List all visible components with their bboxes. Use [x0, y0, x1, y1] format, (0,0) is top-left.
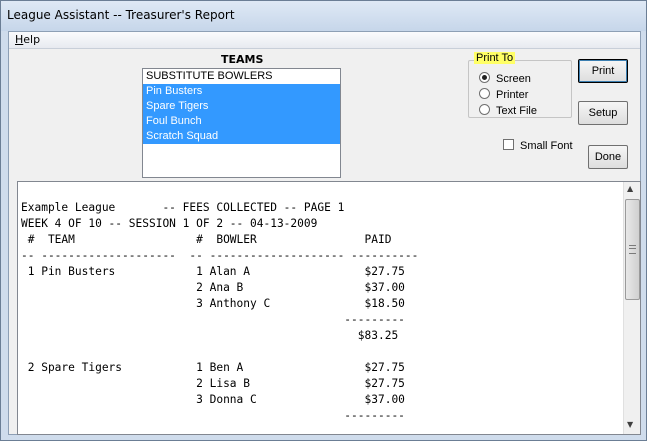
radio-icon[interactable]	[479, 88, 490, 99]
checkbox-box[interactable]	[503, 139, 514, 150]
radio-label: Printer	[496, 89, 529, 101]
client-area: Help TEAMS SUBSTITUTE BOWLERS Pin Busters…	[8, 31, 641, 435]
teams-listbox[interactable]: SUBSTITUTE BOWLERS Pin Busters Spare Tiger…	[142, 68, 341, 178]
radio-icon[interactable]	[479, 72, 490, 83]
report-text: Example League -- FEES COLLECTED -- PAGE…	[21, 201, 419, 422]
grip-icon	[629, 245, 636, 254]
title-bar[interactable]: League Assistant -- Treasurer's Report	[1, 1, 646, 31]
app-window: League Assistant -- Treasurer's Report H…	[0, 0, 647, 441]
window-title: League Assistant -- Treasurer's Report	[7, 8, 235, 22]
menu-bar: Help	[9, 32, 640, 49]
team-list-item[interactable]: Spare Tigers	[143, 99, 340, 114]
done-button[interactable]: Done	[588, 145, 628, 169]
team-list-item[interactable]: Foul Bunch	[143, 114, 340, 129]
print-to-option[interactable]: Text File	[479, 104, 537, 117]
scroll-down-icon[interactable]: ▼	[627, 420, 633, 429]
print-to-option[interactable]: Printer	[479, 88, 528, 101]
print-to-title: Print To	[474, 52, 516, 64]
report-view[interactable]: Example League -- FEES COLLECTED -- PAGE…	[17, 181, 641, 435]
radio-label: Text File	[496, 105, 537, 117]
team-list-item[interactable]: SUBSTITUTE BOWLERS	[143, 69, 340, 84]
setup-button[interactable]: Setup	[578, 101, 628, 125]
radio-label: Screen	[496, 73, 531, 85]
teams-label: TEAMS	[221, 53, 264, 66]
team-list-item[interactable]: Pin Busters	[143, 84, 340, 99]
small-font-checkbox[interactable]: Small Font	[503, 139, 573, 152]
print-to-option[interactable]: Screen	[479, 72, 531, 85]
scroll-up-icon[interactable]: ▲	[627, 184, 633, 193]
vertical-scrollbar[interactable]: ▲ ▼	[623, 182, 640, 434]
small-font-label: Small Font	[520, 140, 573, 152]
team-list-item[interactable]: Scratch Squad	[143, 129, 340, 144]
radio-icon[interactable]	[479, 104, 490, 115]
print-button[interactable]: Print	[578, 59, 628, 83]
menu-help[interactable]: Help	[15, 33, 40, 46]
scrollbar-thumb[interactable]	[625, 199, 640, 300]
